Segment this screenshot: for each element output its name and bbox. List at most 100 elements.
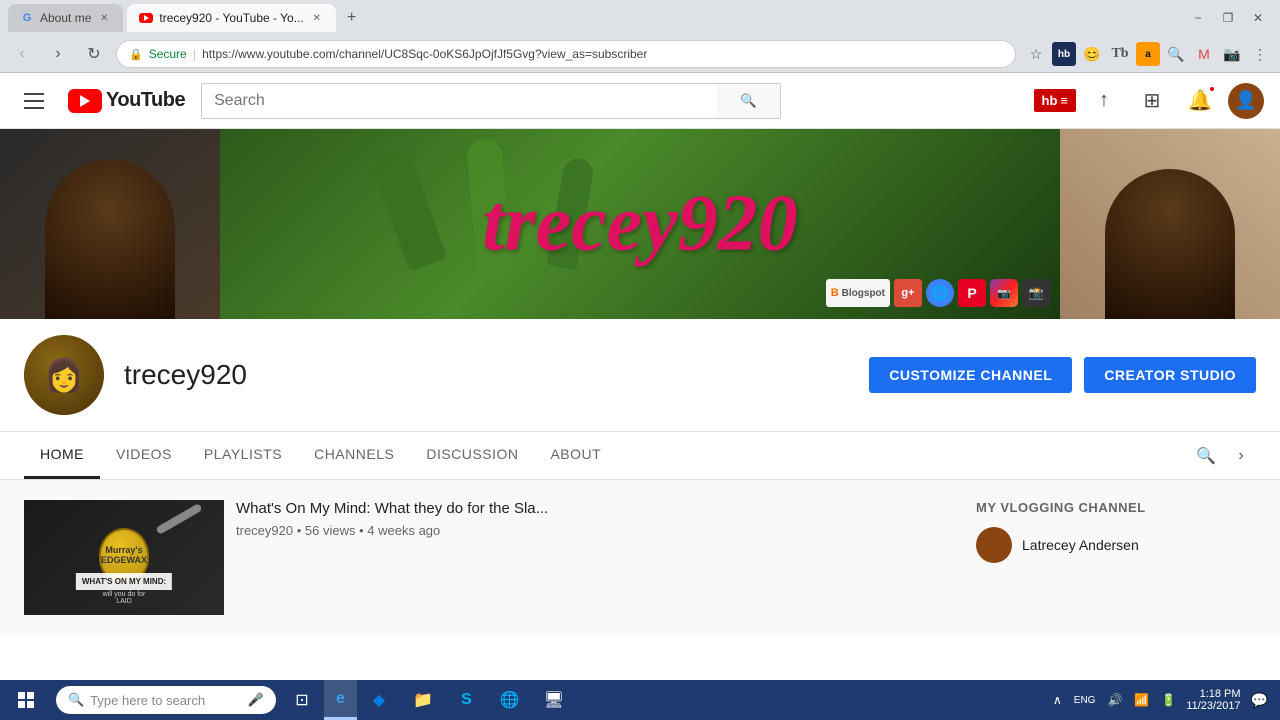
- taskbar-dropbox-app[interactable]: ◆: [361, 680, 397, 720]
- video-channel: trecey920: [236, 523, 293, 538]
- instagram-icon[interactable]: 📷: [990, 279, 1018, 307]
- tab-playlists[interactable]: PLAYLISTS: [188, 432, 298, 479]
- address-bar: ‹ › ↻ 🔒 Secure | https://www.youtube.com…: [0, 36, 1280, 72]
- sidebar-channel-name: Latrecey Andersen: [1022, 537, 1139, 553]
- search-bar: 🔍: [201, 83, 781, 119]
- url-bar[interactable]: 🔒 Secure | https://www.youtube.com/chann…: [116, 40, 1016, 68]
- hamburger-line: [24, 107, 44, 109]
- taskbar-show-desktop-icon[interactable]: 🖥: [536, 682, 572, 718]
- task-view-icon[interactable]: ⊡: [284, 682, 320, 718]
- minimize-button[interactable]: −: [1184, 8, 1212, 28]
- channel-name: trecey920: [124, 359, 247, 391]
- maximize-button[interactable]: ❐: [1214, 8, 1242, 28]
- banner-right-photo: [1060, 129, 1280, 319]
- header-icons: hb ≡ ↑ ⊞ 🔔 👤: [1034, 81, 1264, 121]
- tab-home[interactable]: HOME: [24, 432, 100, 479]
- tab-about-close[interactable]: ✕: [97, 11, 111, 25]
- tab-channels[interactable]: CHANNELS: [298, 432, 410, 479]
- tray-up-arrow[interactable]: ∧: [1049, 691, 1066, 709]
- ext-emoji-icon[interactable]: 😊: [1080, 42, 1104, 66]
- google-plus-icon[interactable]: g+: [894, 279, 922, 307]
- photo-icon[interactable]: 📸: [1022, 279, 1050, 307]
- forward-button[interactable]: ›: [44, 40, 72, 68]
- video-thumbnail[interactable]: Murray'sEDGEWAX WHAT'S ON MY MIND: will …: [24, 500, 224, 615]
- tab-youtube[interactable]: trecey920 - YouTube - Yo... ✕: [127, 4, 335, 32]
- taskbar-skype-app[interactable]: S: [449, 680, 484, 720]
- search-input[interactable]: [201, 83, 717, 119]
- ext-amazon-icon[interactable]: a: [1136, 42, 1160, 66]
- channel-actions: CUSTOMIZE CHANNEL CREATOR STUDIO: [869, 357, 1256, 393]
- notification-center-icon[interactable]: 💬: [1247, 690, 1272, 711]
- back-button[interactable]: ‹: [8, 40, 36, 68]
- content-sidebar: MY VLOGGING CHANNEL Latrecey Andersen: [976, 500, 1256, 615]
- upload-icon[interactable]: ↑: [1084, 81, 1124, 121]
- creator-studio-button[interactable]: CREATOR STUDIO: [1084, 357, 1256, 393]
- channel-info-row: 👩 trecey920 CUSTOMIZE CHANNEL CREATOR ST…: [0, 319, 1280, 432]
- title-bar: G About me ✕ trecey920 - YouTube - Yo...…: [0, 0, 1280, 73]
- clock-time: 1:18 PM: [1186, 688, 1240, 700]
- user-avatar[interactable]: 👤: [1228, 83, 1264, 119]
- close-button[interactable]: ✕: [1244, 8, 1272, 28]
- banner-social-icons: B Blogspot g+ 🌐 P 📷 📸: [826, 279, 1050, 307]
- notifications-icon[interactable]: 🔔: [1180, 81, 1220, 121]
- secure-icon: 🔒: [129, 48, 143, 61]
- banner-left-photo: [0, 129, 220, 319]
- tab-search-icon[interactable]: 🔍: [1186, 436, 1226, 476]
- ext-search-icon[interactable]: 🔍: [1164, 42, 1188, 66]
- url-text: https://www.youtube.com/channel/UC8Sqc-0…: [202, 47, 647, 61]
- tab-yt-close[interactable]: ✕: [310, 11, 324, 25]
- ext-gmail-icon[interactable]: M: [1192, 42, 1216, 66]
- taskbar-search[interactable]: 🔍 Type here to search 🎤: [56, 686, 276, 714]
- bookmark-star-icon[interactable]: ☆: [1024, 42, 1048, 66]
- youtube-logo-text: YouTube: [106, 89, 185, 112]
- tab-about-favicon: G: [20, 11, 34, 25]
- content-main: Murray'sEDGEWAX WHAT'S ON MY MIND: will …: [24, 500, 952, 615]
- more-options-icon[interactable]: ⋮: [1248, 42, 1272, 66]
- tab-next-icon[interactable]: ›: [1226, 436, 1256, 476]
- tab-about-label: About me: [40, 11, 91, 25]
- sidebar-channel[interactable]: Latrecey Andersen: [976, 527, 1256, 563]
- search-button[interactable]: 🔍: [717, 83, 781, 119]
- channel-banner: trecey920 B Blogspot g+ 🌐 P 📷 📸: [0, 129, 1280, 319]
- taskbar-files-app[interactable]: 📁: [401, 680, 445, 720]
- sidebar-avatar: [976, 527, 1012, 563]
- tab-about-me[interactable]: G About me ✕: [8, 4, 123, 32]
- skype-icon: S: [461, 691, 472, 709]
- tray-speaker-icon[interactable]: 🔊: [1103, 691, 1126, 709]
- youtube-logo[interactable]: YouTube: [68, 89, 185, 113]
- youtube-logo-icon: [68, 89, 102, 113]
- tab-about[interactable]: ABOUT: [534, 432, 617, 479]
- taskbar-edge-app[interactable]: e: [324, 680, 357, 720]
- new-tab-button[interactable]: +: [340, 6, 364, 30]
- channel-nav: HOME VIDEOS PLAYLISTS CHANNELS DISCUSSIO…: [0, 432, 1280, 480]
- taskbar-chrome-app[interactable]: 🌐: [488, 680, 532, 720]
- ext-font-icon[interactable]: Tb: [1108, 42, 1132, 66]
- tab-videos[interactable]: VIDEOS: [100, 432, 188, 479]
- channel-avatar: 👩: [24, 335, 104, 415]
- hamburger-menu[interactable]: [16, 83, 52, 119]
- tray-lang[interactable]: ENG: [1070, 693, 1100, 708]
- reload-button[interactable]: ↻: [80, 40, 108, 68]
- secure-label: Secure: [149, 47, 187, 61]
- video-meta: trecey920 • 56 views • 4 weeks ago: [236, 523, 952, 538]
- hamburger-line: [24, 100, 44, 102]
- taskbar-search-text: Type here to search: [90, 693, 205, 708]
- tab-discussion[interactable]: DISCUSSION: [410, 432, 534, 479]
- start-button[interactable]: [0, 680, 52, 720]
- ext-red-icon[interactable]: hb ≡: [1034, 89, 1076, 112]
- apps-icon[interactable]: ⊞: [1132, 81, 1172, 121]
- video-info: What's On My Mind: What they do for the …: [236, 500, 952, 615]
- globe-icon[interactable]: 🌐: [926, 279, 954, 307]
- ext-hootsuite-icon[interactable]: hb: [1052, 42, 1076, 66]
- tray-battery-icon[interactable]: 🔋: [1157, 691, 1180, 709]
- blogspot-icon[interactable]: B Blogspot: [826, 279, 890, 307]
- tab-yt-favicon: [139, 13, 153, 23]
- video-title[interactable]: What's On My Mind: What they do for the …: [236, 500, 952, 517]
- ext-screenshot-icon[interactable]: 📷: [1220, 42, 1244, 66]
- customize-channel-button[interactable]: CUSTOMIZE CHANNEL: [869, 357, 1072, 393]
- avatar-image: 👩: [24, 335, 104, 415]
- pinterest-icon[interactable]: P: [958, 279, 986, 307]
- windows-logo: [18, 692, 34, 708]
- system-clock[interactable]: 1:18 PM 11/23/2017: [1186, 688, 1240, 712]
- tray-network-icon[interactable]: 📶: [1130, 691, 1153, 709]
